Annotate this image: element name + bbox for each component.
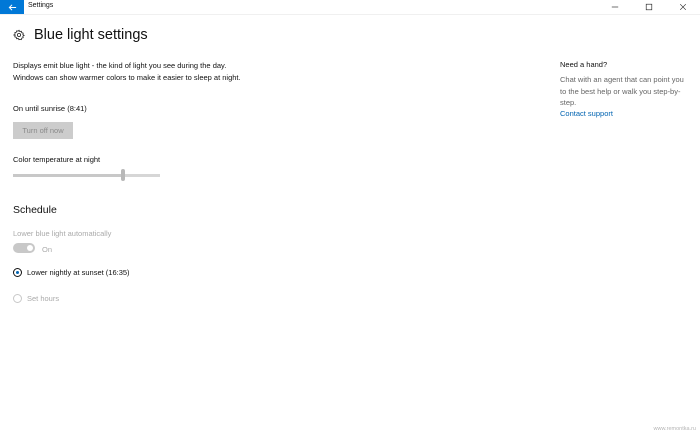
radio-label: Set hours [27,294,60,303]
title-bar: Settings [0,0,700,15]
help-text: Chat with an agent that can point you to… [560,75,684,107]
radio-set-hours[interactable]: Set hours [13,294,59,303]
maximize-icon [645,3,653,11]
minimize-icon [611,6,619,8]
slider-thumb[interactable] [121,169,125,181]
description-text: Displays emit blue light - the kind of l… [13,61,241,82]
close-icon [679,3,687,11]
auto-label: Lower blue light automatically [13,229,112,238]
auto-toggle[interactable] [13,243,35,253]
minimize-button[interactable] [598,0,632,14]
schedule-heading: Schedule [13,204,57,216]
back-button[interactable] [0,0,24,14]
status-text: On until sunrise (8:41) [13,104,87,113]
help-title: Need a hand? [560,60,608,69]
arrow-left-icon [8,3,16,11]
toggle-knob [27,245,33,251]
gear-icon [13,29,25,41]
turn-off-button[interactable]: Turn off now [13,122,73,139]
contact-support-link[interactable]: Contact support [560,109,613,118]
window-title: Settings [28,2,54,9]
toggle-state-label: On [42,245,53,254]
maximize-button[interactable] [632,0,666,14]
radio-label: Lower nightly at sunset (16:35) [27,268,130,277]
radio-unselected-icon [13,294,22,303]
page-header: Blue light settings [13,27,148,43]
watermark: www.remontka.ru [653,426,697,432]
color-temperature-slider[interactable] [13,169,160,181]
radio-sunset[interactable]: Lower nightly at sunset (16:35) [13,268,130,277]
page-title: Blue light settings [34,27,148,43]
color-temperature-label: Color temperature at night [13,155,101,164]
slider-fill [13,174,123,177]
close-button[interactable] [666,0,700,14]
radio-selected-icon [13,268,22,277]
